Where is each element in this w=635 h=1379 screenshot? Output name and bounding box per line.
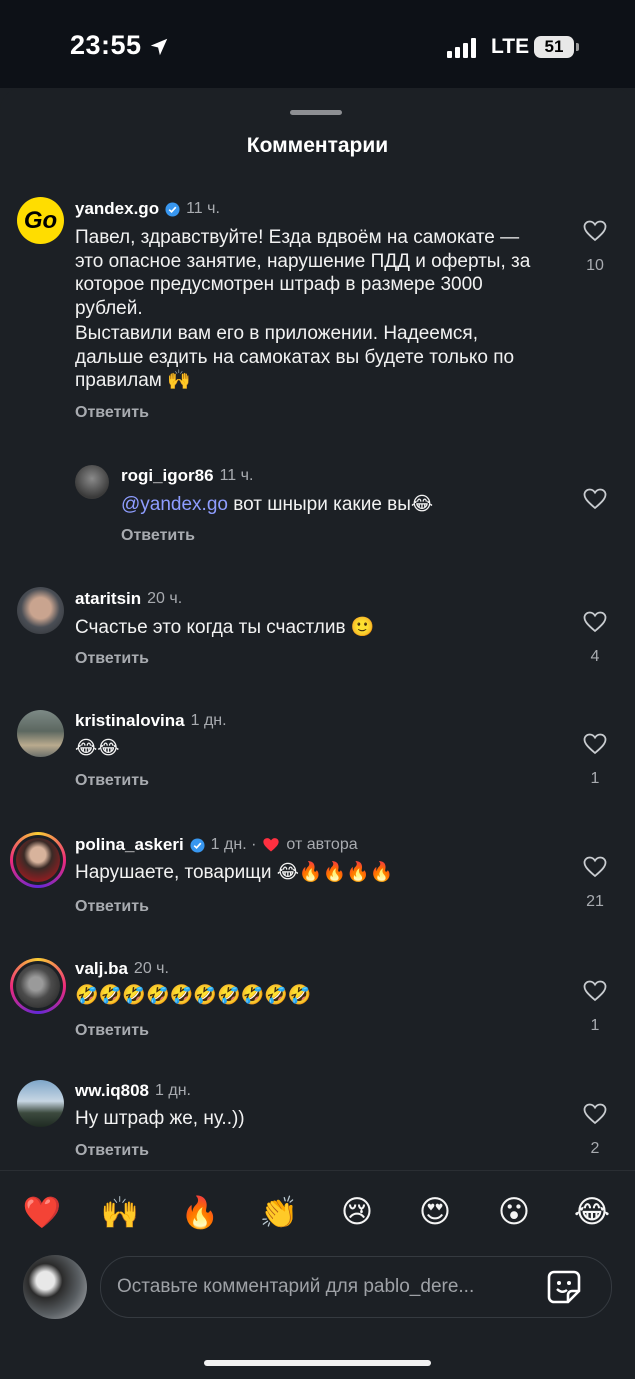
story-ring-avatar[interactable]: [10, 832, 66, 888]
reaction-laughing[interactable]: 😂: [572, 1194, 612, 1230]
home-indicator: [204, 1360, 431, 1366]
comment-text: @yandex.go вот шныри какие вы😂: [121, 494, 434, 515]
avatar[interactable]: [75, 465, 109, 499]
comment-text: Счастье это когда ты счастлив 🙂: [75, 617, 375, 638]
sheet-title: Комментарии: [246, 134, 389, 157]
location-arrow-icon: [150, 38, 168, 56]
comment-text: 😂😂: [75, 738, 120, 759]
comment-input-placeholder: Оставьте комментарий для pablo_dere...: [117, 1276, 475, 1297]
heart-icon[interactable]: [583, 220, 607, 242]
like-count: 10: [586, 257, 604, 274]
yandex-go-logo: Go: [24, 207, 57, 234]
heart-icon[interactable]: [583, 611, 607, 633]
reaction-surprised[interactable]: 😮: [494, 1194, 534, 1230]
comment-time: 20 ч.: [147, 590, 183, 607]
comment-time: 11 ч.: [219, 467, 254, 484]
comment-username[interactable]: polina_askeri: [75, 835, 184, 855]
own-avatar: [23, 1255, 87, 1319]
comment-text: Павел, здравствуйте! Езда вдвоём на само…: [75, 227, 531, 319]
reaction-heart[interactable]: ❤️: [22, 1194, 62, 1231]
heart-icon[interactable]: [583, 733, 607, 755]
comment-username[interactable]: ataritsin: [75, 589, 141, 609]
comment-username[interactable]: ww.iq808: [75, 1081, 149, 1101]
comment-text: Ну штраф же, ну..)): [75, 1108, 245, 1129]
reaction-crying[interactable]: 😢: [337, 1194, 377, 1230]
comment-text: 🤣🤣🤣🤣🤣🤣🤣🤣🤣🤣: [75, 985, 312, 1006]
comment-username[interactable]: valj.ba: [75, 959, 128, 979]
like-count: 1: [590, 1017, 600, 1034]
comment-text: Нарушаете, товарищи 😂🔥🔥🔥🔥: [75, 862, 394, 883]
avatar[interactable]: [17, 1080, 64, 1127]
cellular-signal-icon: [447, 38, 476, 58]
reply-button[interactable]: Ответить: [75, 772, 149, 790]
battery-indicator: 51: [534, 36, 579, 58]
like-count: 21: [586, 893, 604, 910]
mention-link[interactable]: @yandex.go: [121, 494, 228, 515]
reply-button[interactable]: Ответить: [121, 527, 195, 545]
status-time: 23:55: [70, 30, 142, 60]
like-count: 2: [590, 1140, 600, 1157]
svg-text:Go: Go: [24, 207, 57, 234]
sheet-grabber[interactable]: [290, 110, 342, 115]
reply-button[interactable]: Ответить: [75, 1022, 149, 1040]
comment-time: 11 ч.: [186, 200, 220, 217]
comment-username[interactable]: rogi_igor86: [121, 466, 214, 486]
reaction-raised-hands[interactable]: 🙌: [100, 1194, 140, 1231]
comment-time: 1 дн.: [155, 1082, 191, 1099]
avatar[interactable]: [17, 710, 64, 757]
avatar[interactable]: Go: [17, 197, 64, 244]
reaction-heart-eyes[interactable]: 😍: [415, 1194, 455, 1230]
like-count: 4: [590, 648, 600, 665]
comment-time: 20 ч.: [133, 960, 169, 977]
heart-icon[interactable]: [583, 1103, 607, 1125]
comment-text-continued: Выставили вам его в приложении. Надеемся…: [75, 323, 515, 391]
comment-username[interactable]: kristinalovina: [75, 711, 185, 731]
reply-button[interactable]: Ответить: [75, 650, 149, 668]
comment-time: 1 дн.: [190, 712, 227, 729]
heart-icon[interactable]: [583, 856, 607, 878]
reply-button[interactable]: Ответить: [75, 1142, 149, 1160]
verified-badge-icon: [190, 837, 205, 853]
reply-button[interactable]: Ответить: [75, 404, 149, 422]
network-type: LTE: [491, 35, 530, 58]
reply-button[interactable]: Ответить: [75, 898, 149, 916]
heart-icon[interactable]: [583, 488, 607, 510]
avatar[interactable]: [17, 587, 64, 634]
comment-username[interactable]: yandex.go: [75, 199, 159, 219]
author-liked-badge: от автора: [286, 836, 358, 853]
reaction-clap[interactable]: 👏: [259, 1194, 299, 1231]
status-bar: 23:55 LTE 51: [0, 0, 635, 88]
sticker-icon[interactable]: [546, 1269, 582, 1305]
comment-time: 1 дн. ·: [210, 836, 257, 853]
story-ring-avatar[interactable]: [10, 958, 66, 1014]
like-count: 1: [590, 770, 600, 787]
verified-badge-icon: [165, 201, 180, 217]
quick-reactions-bar: [0, 1170, 635, 1259]
heart-icon[interactable]: [583, 980, 607, 1002]
reaction-fire[interactable]: 🔥: [180, 1194, 220, 1231]
heart-filled-icon: [263, 838, 280, 852]
